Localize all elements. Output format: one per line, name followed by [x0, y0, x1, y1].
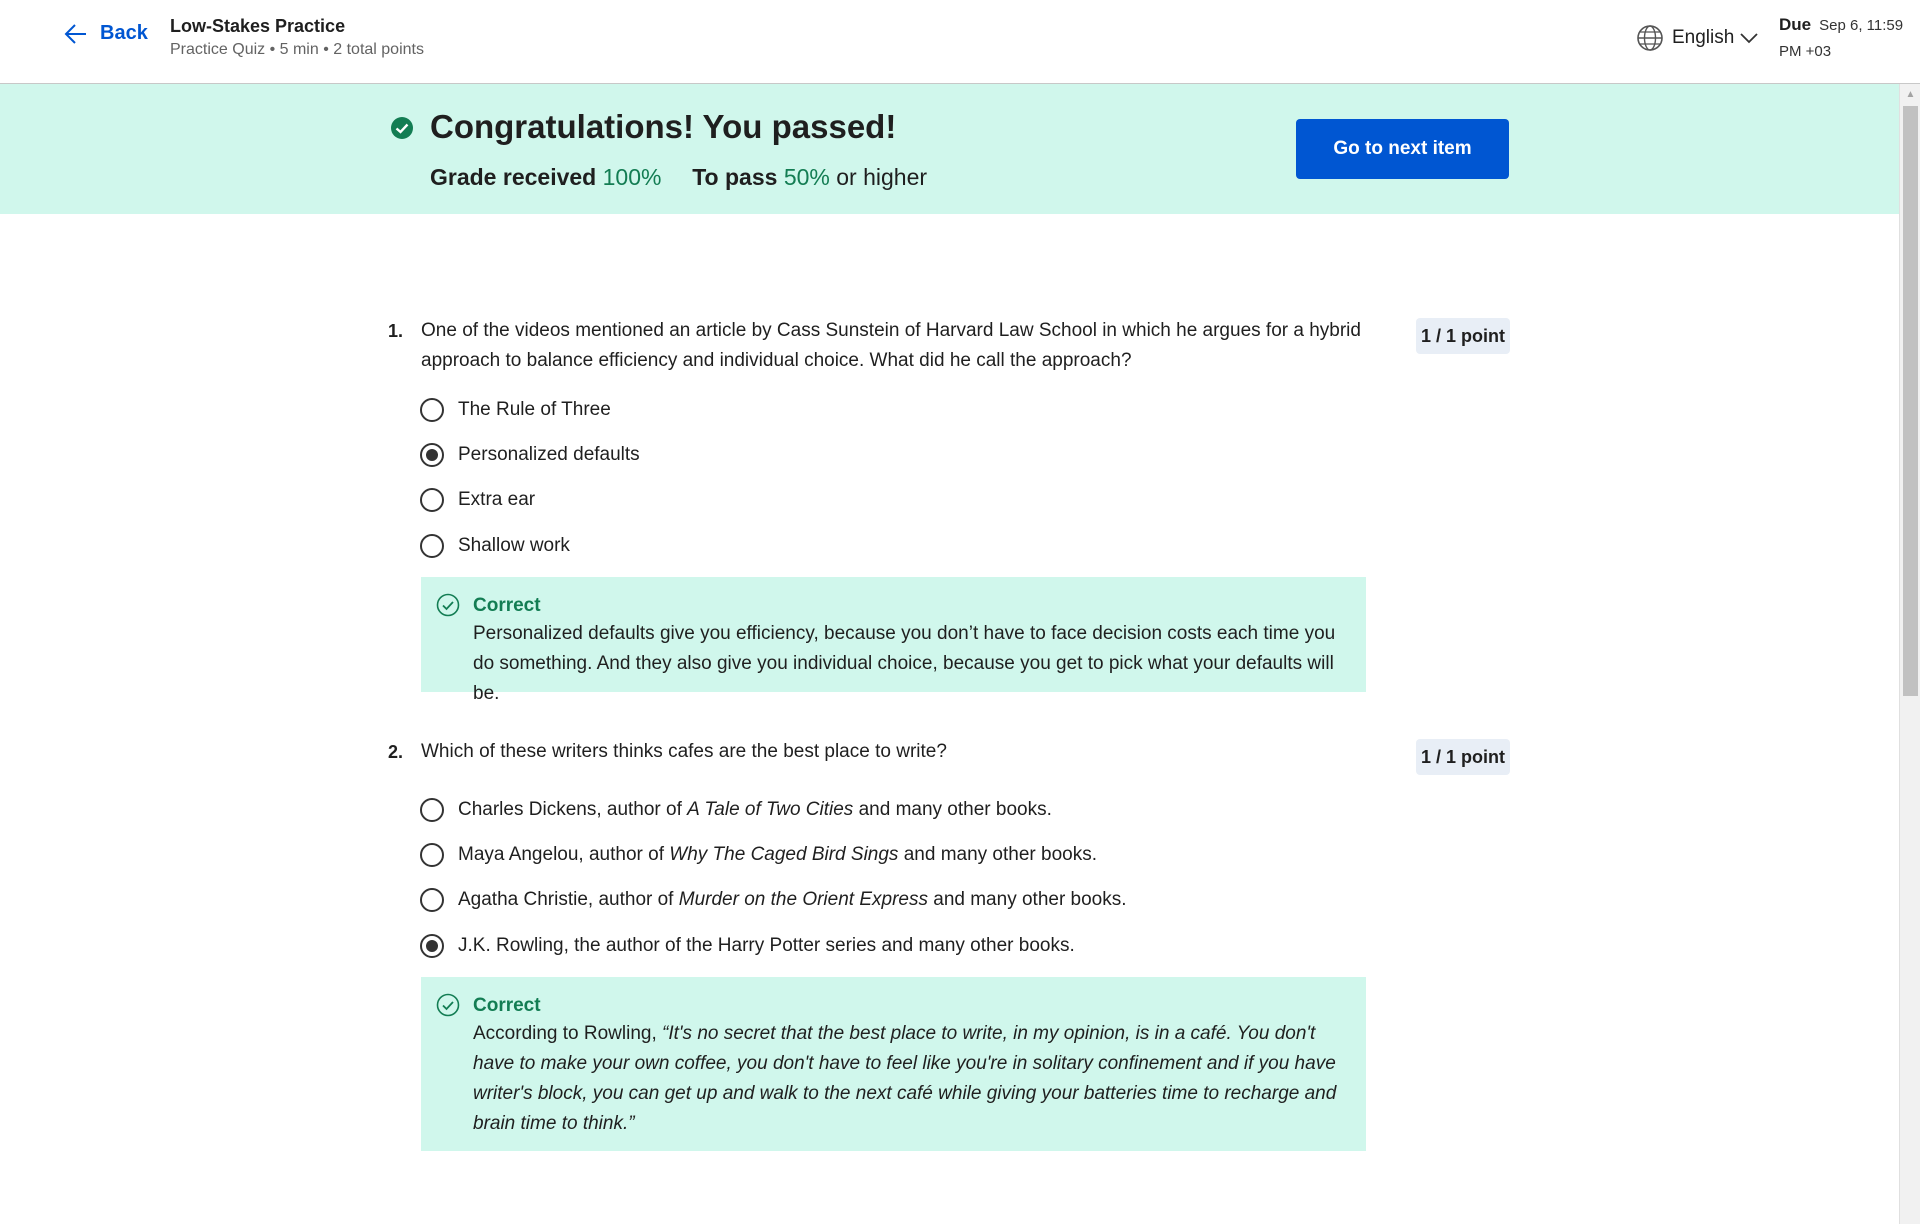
- scrollbar-thumb[interactable]: [1903, 106, 1918, 696]
- radio-button[interactable]: [420, 534, 444, 558]
- feedback-box: Correct According to Rowling, “It's no s…: [421, 977, 1366, 1151]
- grade-summary: Grade received 100% To pass 50% or highe…: [430, 160, 927, 194]
- question-number: 1.: [388, 321, 404, 341]
- radio-button[interactable]: [420, 888, 444, 912]
- radio-button[interactable]: [420, 488, 444, 512]
- answer-option[interactable]: Maya Angelou, author of Why The Caged Bi…: [420, 840, 1097, 870]
- radio-button-selected[interactable]: [420, 934, 444, 958]
- quiz-meta: Practice Quiz • 5 min • 2 total points: [170, 41, 424, 58]
- question-1: 1. One of the videos mentioned an articl…: [388, 316, 1510, 704]
- grade-value: 100%: [602, 164, 662, 190]
- points-badge: 1 / 1 point: [1415, 739, 1510, 775]
- feedback-text: According to Rowling, “It's no secret th…: [473, 1023, 1337, 1134]
- back-button[interactable]: Back: [64, 22, 148, 45]
- question-text: One of the videos mentioned an article b…: [421, 320, 1361, 371]
- question-number: 2.: [388, 742, 404, 762]
- radio-button[interactable]: [420, 843, 444, 867]
- book-title: Murder on the Orient Express: [678, 889, 928, 910]
- option-label: The Rule of Three: [458, 399, 611, 420]
- answer-option[interactable]: J.K. Rowling, the author of the Harry Po…: [420, 931, 1075, 961]
- chevron-down-icon: [1740, 33, 1758, 44]
- check-circle-icon: [391, 117, 413, 139]
- grade-label: Grade received: [430, 164, 597, 190]
- option-label: Extra ear: [458, 489, 536, 510]
- top-header: Back Low-Stakes Practice Practice Quiz •…: [0, 0, 1920, 84]
- answer-option[interactable]: Personalized defaults: [420, 440, 640, 470]
- option-label: Maya Angelou, author of Why The Caged Bi…: [458, 844, 1098, 865]
- feedback-box: Correct Personalized defaults give you e…: [421, 577, 1366, 704]
- option-label: Personalized defaults: [458, 444, 640, 465]
- vertical-scrollbar[interactable]: ▲: [1899, 84, 1920, 1224]
- quiz-title-block: Low-Stakes Practice Practice Quiz • 5 mi…: [170, 14, 424, 62]
- language-selector[interactable]: English: [1636, 24, 1758, 52]
- option-label: Charles Dickens, author of A Tale of Two…: [458, 799, 1052, 820]
- answer-option[interactable]: Shallow work: [420, 531, 570, 561]
- feedback-text: Personalized defaults give you efficienc…: [473, 623, 1336, 704]
- option-label: Shallow work: [458, 535, 570, 556]
- answer-option[interactable]: The Rule of Three: [420, 395, 611, 425]
- pass-heading: Congratulations! You passed!: [430, 108, 897, 145]
- result-banner: [0, 84, 1899, 214]
- globe-icon: [1637, 25, 1663, 51]
- question-2: 2. Which of these writers thinks cafes a…: [388, 737, 1510, 1157]
- radio-button-selected[interactable]: [420, 443, 444, 467]
- check-circle-outline-icon: [436, 593, 460, 617]
- answer-option[interactable]: Charles Dickens, author of A Tale of Two…: [420, 795, 1052, 825]
- option-label: Agatha Christie, author of Murder on the…: [458, 889, 1127, 910]
- back-label: Back: [100, 22, 148, 44]
- quiz-title: Low-Stakes Practice: [170, 16, 346, 36]
- arrow-left-icon: [64, 23, 86, 44]
- pass-suffix: or higher: [836, 164, 928, 190]
- language-label: English: [1672, 27, 1735, 48]
- option-label: J.K. Rowling, the author of the Harry Po…: [458, 935, 1075, 956]
- answer-option[interactable]: Extra ear: [420, 485, 535, 515]
- due-date-block: Due Sep 6, 11:59 PM +03: [1779, 12, 1919, 65]
- feedback-label: Correct: [473, 595, 541, 616]
- feedback-label: Correct: [473, 995, 541, 1016]
- pass-value: 50%: [783, 164, 830, 190]
- due-label: Due: [1779, 15, 1812, 34]
- scroll-up-arrow[interactable]: ▲: [1900, 84, 1920, 104]
- radio-button[interactable]: [420, 398, 444, 422]
- radio-button[interactable]: [420, 798, 444, 822]
- book-title: A Tale of Two Cities: [687, 799, 854, 820]
- pass-label: To pass: [692, 164, 778, 190]
- check-circle-outline-icon: [436, 993, 460, 1017]
- answer-option[interactable]: Agatha Christie, author of Murder on the…: [420, 885, 1127, 915]
- go-to-next-item-button[interactable]: Go to next item: [1296, 119, 1509, 179]
- points-badge: 1 / 1 point: [1415, 318, 1510, 354]
- question-text: Which of these writers thinks cafes are …: [421, 741, 947, 762]
- book-title: Why The Caged Bird Sings: [669, 844, 899, 865]
